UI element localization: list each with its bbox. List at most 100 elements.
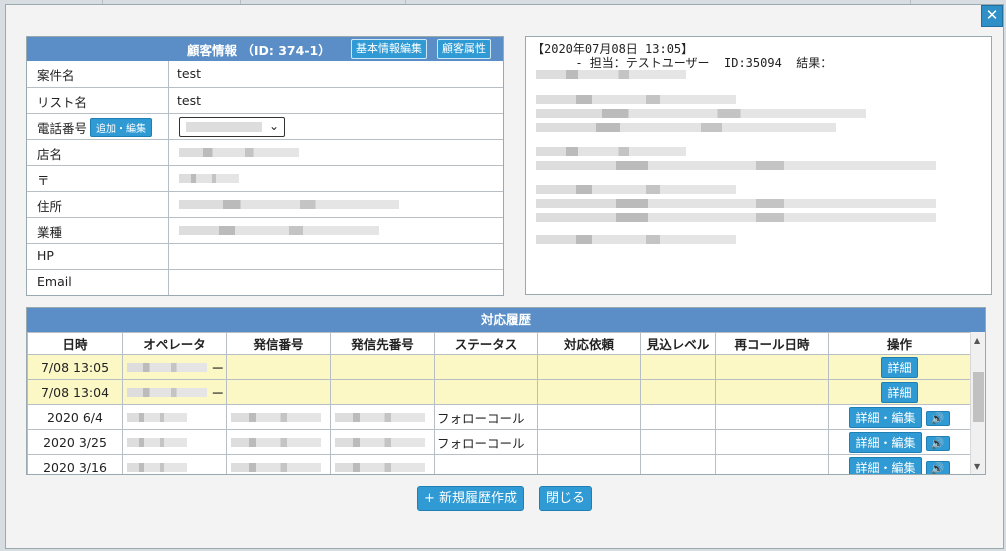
- history-column-header: 操作: [828, 332, 971, 355]
- customer-field-row: 店名: [27, 139, 503, 165]
- history-scrollbar[interactable]: ▲ ▼: [970, 332, 985, 474]
- history-cell: [715, 354, 829, 380]
- history-column-header: 日時: [27, 332, 123, 355]
- speaker-icon[interactable]: 🔊: [925, 460, 950, 474]
- customer-field-row: リスト名 test: [27, 87, 503, 113]
- history-cell: 詳細・編集 🔊: [828, 429, 971, 455]
- customer-field-label: 店名: [27, 140, 169, 165]
- history-cell: [122, 404, 227, 430]
- history-column-header: 再コール日時: [715, 332, 829, 355]
- history-column-header: 対応依頼: [537, 332, 641, 355]
- history-cell: [330, 379, 435, 405]
- customer-field-label: 住所: [27, 192, 169, 217]
- call-note-panel: 【2020年07月08日 13:05】 - 担当：テストユーザー ID:3509…: [525, 36, 992, 295]
- history-cell: [226, 429, 331, 455]
- history-cell: [330, 429, 435, 455]
- history-cell: [537, 354, 641, 380]
- history-cell: [434, 454, 538, 474]
- customer-field-row: HP: [27, 243, 503, 269]
- operator-suffix: ー: [211, 360, 224, 376]
- history-cell: フォローコール: [434, 429, 538, 455]
- detail-button[interactable]: 詳細: [881, 381, 918, 403]
- customer-field-row: 住所: [27, 191, 503, 217]
- history-cell: 7/08 13:05: [27, 354, 123, 380]
- history-row: 7/08 13:05 ー 詳細: [27, 354, 971, 380]
- customer-field-row: 案件名 test: [27, 61, 503, 87]
- history-cell: 2020 3/16: [27, 454, 123, 474]
- field-label-text: リスト名: [37, 95, 88, 110]
- detail-edit-button[interactable]: 詳細・編集: [849, 431, 922, 453]
- history-column-header: 発信先番号: [330, 332, 435, 355]
- history-cell: 詳細: [828, 379, 971, 405]
- customer-attributes-button[interactable]: 顧客属性: [437, 39, 491, 59]
- field-label-text: HP: [37, 248, 54, 263]
- history-cell: [226, 454, 331, 474]
- customer-field-label: Email: [27, 270, 169, 295]
- history-cell: [537, 454, 641, 474]
- history-cell: フォローコール: [434, 404, 538, 430]
- history-cell: [715, 379, 829, 405]
- history-cell: [640, 404, 716, 430]
- history-cell: 2020 3/25: [27, 429, 123, 455]
- note-line-assignee: - 担当：テストユーザー ID:35094 結果：: [532, 56, 833, 70]
- history-cell: [537, 429, 641, 455]
- new-history-button[interactable]: + 新規履歴作成: [417, 486, 525, 511]
- history-cell: [434, 379, 538, 405]
- field-label-text: 電話番号: [37, 121, 88, 136]
- history-title: 対応履歴: [27, 308, 985, 332]
- field-label-text: 住所: [37, 199, 63, 214]
- customer-field-row: Email: [27, 269, 503, 295]
- speaker-icon[interactable]: 🔊: [925, 410, 950, 426]
- customer-field-label: 電話番号 追加・編集: [27, 114, 169, 139]
- history-cell: ー: [122, 354, 227, 380]
- history-cell: [640, 354, 716, 380]
- history-cell: [226, 379, 331, 405]
- history-cell: [640, 379, 716, 405]
- field-label-text: 〒: [37, 173, 50, 188]
- history-row: 7/08 13:04 ー 詳細: [27, 379, 971, 405]
- speaker-icon[interactable]: 🔊: [925, 435, 950, 451]
- history-column-header: ステータス: [434, 332, 538, 355]
- field-label-text: 店名: [37, 147, 63, 162]
- field-label-text: 業種: [37, 225, 63, 240]
- history-cell: [715, 429, 829, 455]
- history-cell: [122, 429, 227, 455]
- history-cell: [330, 404, 435, 430]
- phone-number-select[interactable]: ⌄: [179, 117, 285, 137]
- customer-info-title: 顧客情報 （ID: 374-1）: [187, 43, 331, 58]
- history-cell: ー: [122, 379, 227, 405]
- edit-basic-info-button[interactable]: 基本情報編集: [351, 39, 427, 59]
- customer-field-value: test: [177, 66, 202, 81]
- customer-field-row: 〒: [27, 165, 503, 191]
- customer-field-row: 業種: [27, 217, 503, 243]
- history-cell: 2020 6/4: [27, 404, 123, 430]
- history-cell: [715, 404, 829, 430]
- customer-field-label: 案件名: [27, 61, 169, 87]
- customer-field-row: 電話番号 追加・編集 ⌄: [27, 113, 503, 139]
- customer-dialog: ✕ 顧客情報 （ID: 374-1） 基本情報編集 顧客属性 案件名 test リス…: [5, 4, 1004, 549]
- history-cell: 詳細: [828, 354, 971, 380]
- history-cell: [226, 404, 331, 430]
- customer-field-label: 〒: [27, 166, 169, 191]
- history-cell: [330, 354, 435, 380]
- operator-suffix: ー: [211, 385, 224, 401]
- detail-edit-button[interactable]: 詳細・編集: [849, 406, 922, 428]
- customer-info-header: 顧客情報 （ID: 374-1） 基本情報編集 顧客属性: [27, 37, 503, 61]
- history-column-header: 発信番号: [226, 332, 331, 355]
- detail-button[interactable]: 詳細: [881, 356, 918, 378]
- field-label-text: Email: [37, 274, 72, 289]
- customer-field-label: HP: [27, 244, 169, 269]
- phone-edit-button[interactable]: 追加・編集: [90, 118, 153, 137]
- close-button[interactable]: 閉じる: [539, 486, 593, 511]
- customer-field-label: リスト名: [27, 88, 169, 113]
- customer-field-label: 業種: [27, 218, 169, 243]
- history-cell: 詳細・編集 🔊: [828, 454, 971, 474]
- customer-info-panel: 顧客情報 （ID: 374-1） 基本情報編集 顧客属性 案件名 test リスト名…: [26, 36, 504, 296]
- close-icon[interactable]: ✕: [981, 5, 1003, 27]
- history-cell: [640, 454, 716, 474]
- history-cell: [715, 454, 829, 474]
- history-cell: [330, 454, 435, 474]
- history-row: 2020 3/25 フォローコール 詳細・編集 🔊: [27, 429, 971, 455]
- detail-edit-button[interactable]: 詳細・編集: [849, 456, 922, 474]
- customer-field-value: test: [177, 93, 202, 108]
